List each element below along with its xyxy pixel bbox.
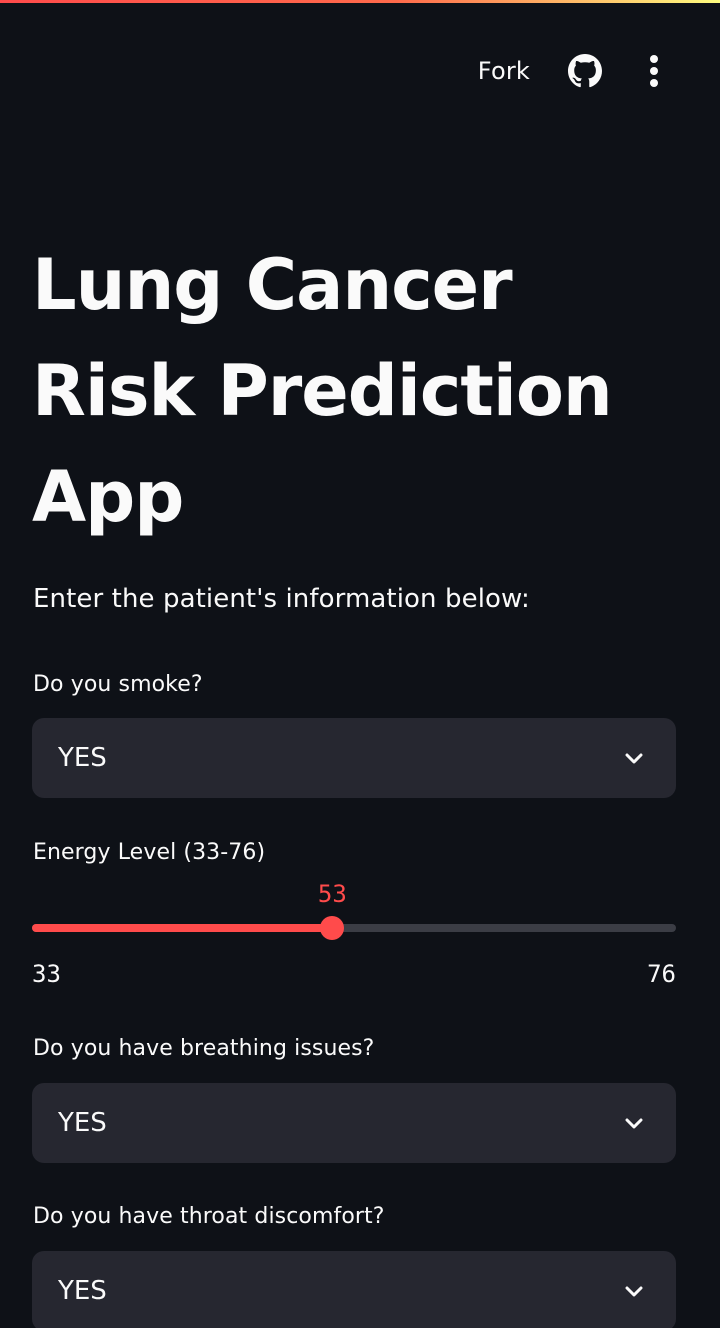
chevron-down-icon (625, 1286, 643, 1297)
throat-select-value: YES (58, 1276, 107, 1306)
slider-thumb[interactable] (320, 916, 345, 940)
top-decoration-bar (0, 0, 720, 3)
slider-current-value: 53 (317, 880, 347, 908)
smoke-label: Do you smoke? (33, 672, 203, 697)
energy-label: Energy Level (33-76) (33, 840, 266, 865)
chevron-down-icon (625, 753, 643, 764)
github-icon[interactable] (568, 54, 602, 88)
fork-link[interactable]: Fork (478, 57, 530, 85)
smoke-select[interactable]: YES (32, 718, 676, 798)
chevron-down-icon (625, 1118, 643, 1129)
throat-label: Do you have throat discomfort? (33, 1204, 385, 1229)
breathing-label: Do you have breathing issues? (33, 1036, 375, 1061)
breathing-select[interactable]: YES (32, 1083, 676, 1163)
slider-min-label: 33 (32, 960, 61, 988)
app-page: Fork Lung Cancer Risk Prediction App Ent… (0, 0, 720, 1328)
breathing-select-value: YES (58, 1108, 107, 1138)
page-subtitle: Enter the patient's information below: (33, 584, 530, 614)
slider-fill (32, 924, 333, 932)
more-vertical-icon[interactable] (648, 55, 660, 87)
header-toolbar: Fork (478, 46, 660, 96)
slider-max-label: 76 (647, 960, 676, 988)
smoke-select-value: YES (58, 743, 107, 773)
page-title: Lung Cancer Risk Prediction App (32, 244, 613, 538)
energy-slider[interactable]: 53 33 76 (32, 880, 676, 990)
throat-select[interactable]: YES (32, 1251, 676, 1328)
